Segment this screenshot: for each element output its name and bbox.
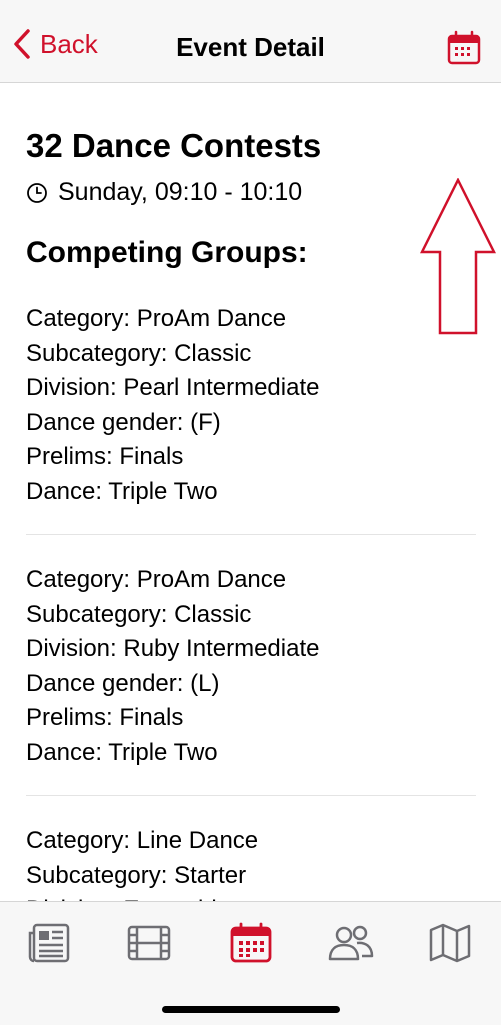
divider — [26, 795, 476, 796]
group-item: Category: ProAm Dance Subcategory: Class… — [26, 563, 476, 770]
groups-heading: Competing Groups: — [26, 236, 308, 269]
tab-map[interactable] — [425, 919, 475, 967]
tab-news[interactable] — [25, 919, 75, 967]
group-item: Category: Line Dance Subcategory: Starte… — [26, 824, 476, 901]
group-subcategory: Subcategory: Classic — [26, 339, 252, 367]
tab-calendar[interactable] — [226, 919, 276, 967]
tab-people[interactable] — [326, 919, 376, 967]
navigation-bar: Back Event Detail — [0, 0, 501, 83]
home-indicator[interactable] — [162, 1006, 340, 1013]
tab-bar — [0, 901, 501, 1025]
group-dance: Dance: Triple Two — [26, 738, 218, 766]
film-icon — [127, 925, 171, 961]
add-to-calendar-button[interactable] — [446, 30, 482, 71]
group-prelims: Prelims: Finals — [26, 443, 184, 470]
annotation-arrow-icon — [420, 178, 496, 335]
group-prelims: Prelims: Finals — [26, 704, 184, 731]
tab-films[interactable] — [124, 919, 174, 967]
event-time: Sunday, 09:10 - 10:10 — [58, 178, 303, 206]
group-dance-gender: Dance gender: (L) — [26, 669, 220, 697]
group-subcategory: Subcategory: Starter — [26, 861, 247, 889]
page-title: Event Detail — [176, 32, 325, 62]
group-division: Division: Ruby Intermediate — [26, 635, 320, 662]
group-category: Category: Line Dance — [26, 827, 259, 854]
group-category: Category: ProAm Dance — [26, 305, 287, 332]
map-icon — [429, 923, 471, 963]
clock-icon — [27, 182, 47, 203]
group-category: Category: ProAm Dance — [26, 566, 287, 593]
people-icon — [328, 925, 374, 961]
calendar-icon — [230, 922, 272, 963]
group-division: Division: Pearl Intermediate — [26, 374, 320, 401]
news-icon — [28, 923, 70, 963]
event-title: 32 Dance Contests — [26, 127, 322, 164]
group-division: Division: Ensemble — [26, 893, 476, 901]
event-detail-content[interactable]: 32 Dance Contests Sunday, 09:10 - 10:10 … — [0, 83, 501, 901]
group-subcategory: Subcategory: Classic — [26, 600, 252, 628]
calendar-icon — [447, 30, 481, 65]
event-time-row: Sunday, 09:10 - 10:10 — [26, 178, 302, 207]
divider — [26, 534, 476, 535]
group-dance: Dance: Triple Two — [26, 477, 218, 505]
group-dance-gender: Dance gender: (F) — [26, 408, 221, 436]
group-item: Category: ProAm Dance Subcategory: Class… — [26, 302, 476, 509]
